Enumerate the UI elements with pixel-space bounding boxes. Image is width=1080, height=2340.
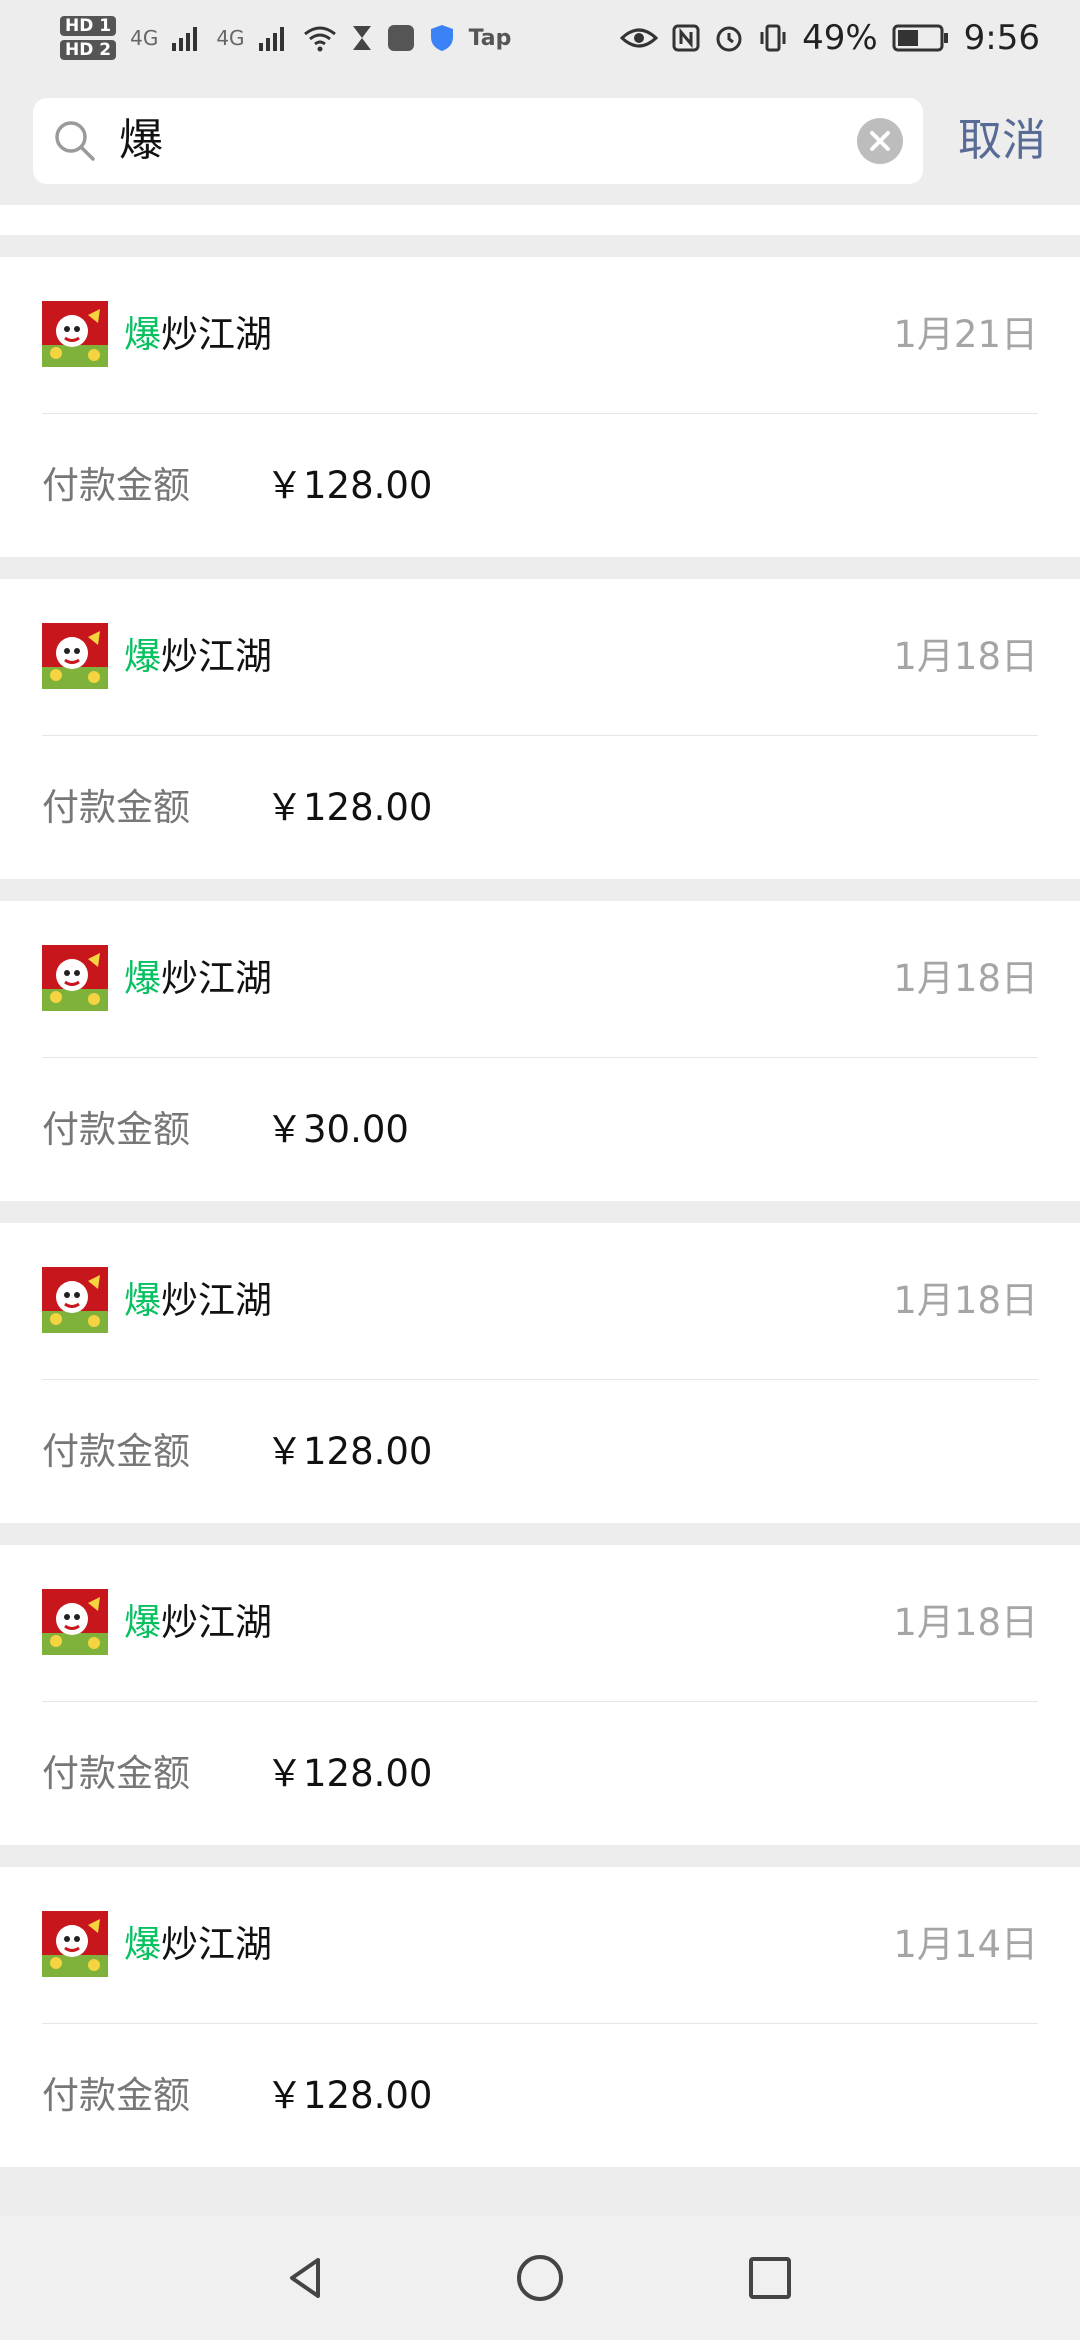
- app-name-rest: 炒江湖: [161, 635, 272, 678]
- payment-date: 1月21日: [893, 313, 1038, 356]
- previous-card-remnant: [0, 205, 1080, 235]
- amount-value: ￥128.00: [266, 1752, 433, 1795]
- status-bar: HD 1 HD 2 4G 4G Tap 49% 9:56: [0, 0, 1080, 76]
- amount-value: ￥128.00: [266, 786, 433, 829]
- amount-label: 付款金额: [42, 2074, 190, 2117]
- vibrate-icon: [760, 24, 786, 52]
- app-name-highlight: 爆: [124, 635, 161, 678]
- hd1-badge: HD 1: [60, 16, 117, 36]
- amount-label: 付款金额: [42, 786, 190, 829]
- card-header: 爆炒江湖 1月14日: [42, 1867, 1038, 2024]
- app-name-highlight: 爆: [124, 1601, 161, 1644]
- signal-icon-2: [258, 27, 284, 51]
- payment-record-card[interactable]: 爆炒江湖 1月21日 付款金额 ￥128.00: [0, 257, 1080, 557]
- network-type-1: 4G: [130, 26, 159, 50]
- app-icon: [42, 301, 108, 367]
- tap-app-icon: Tap: [468, 25, 512, 51]
- app-icon: [42, 945, 108, 1011]
- amount-value: ￥128.00: [266, 1430, 433, 1473]
- app-name-highlight: 爆: [124, 957, 161, 1000]
- amount-label: 付款金额: [42, 1108, 190, 1151]
- app-name: 爆炒江湖: [124, 627, 272, 687]
- search-icon: [55, 121, 95, 161]
- card-header: 爆炒江湖 1月18日: [42, 901, 1038, 1058]
- app-name: 爆炒江湖: [124, 949, 272, 1009]
- payment-date: 1月18日: [893, 957, 1038, 1000]
- hd2-badge: HD 2: [60, 40, 117, 60]
- amount-value: ￥128.00: [266, 2074, 433, 2117]
- app-name: 爆炒江湖: [124, 1593, 272, 1653]
- payment-date: 1月18日: [893, 1279, 1038, 1322]
- app-name: 爆炒江湖: [124, 1915, 272, 1975]
- search-input[interactable]: 爆: [119, 98, 879, 184]
- payment-date: 1月18日: [893, 1601, 1038, 1644]
- amount-label: 付款金额: [42, 1752, 190, 1795]
- signal-icon: [172, 27, 198, 51]
- status-right: 49% 9:56: [620, 18, 1040, 58]
- status-left: HD 1 HD 2 4G 4G Tap: [60, 16, 511, 60]
- amount-value: ￥30.00: [266, 1108, 409, 1151]
- battery-icon: [892, 24, 948, 52]
- app-icon: [42, 1589, 108, 1655]
- clear-icon[interactable]: [857, 118, 903, 164]
- app-icon: [42, 623, 108, 689]
- alarm-icon: [716, 26, 742, 52]
- clock: 9:56: [963, 18, 1040, 58]
- amount-value: ￥128.00: [266, 464, 433, 507]
- payment-record-card[interactable]: 爆炒江湖 1月18日 付款金额 ￥128.00: [0, 1545, 1080, 1845]
- home-icon[interactable]: [510, 2248, 570, 2308]
- card-header: 爆炒江湖 1月21日: [42, 257, 1038, 414]
- card-header: 爆炒江湖 1月18日: [42, 579, 1038, 736]
- hourglass-icon: [352, 26, 371, 50]
- app-name-rest: 炒江湖: [161, 1923, 272, 1966]
- amount-label: 付款金额: [42, 464, 190, 507]
- payment-record-card[interactable]: 爆炒江湖 1月18日 付款金额 ￥128.00: [0, 579, 1080, 879]
- app-name-rest: 炒江湖: [161, 957, 272, 1000]
- app-icon: [42, 1911, 108, 1977]
- payment-record-card[interactable]: 爆炒江湖 1月14日 付款金额 ￥128.00: [0, 1867, 1080, 2167]
- app-name: 爆炒江湖: [124, 305, 272, 365]
- hd-indicators: HD 1 HD 2: [60, 16, 117, 60]
- card-body: 付款金额 ￥128.00: [42, 414, 1038, 557]
- app-name-rest: 炒江湖: [161, 313, 272, 356]
- search-header: 爆 取消: [0, 76, 1080, 204]
- huawei-app-icon: [387, 25, 414, 51]
- payment-record-card[interactable]: 爆炒江湖 1月18日 付款金额 ￥30.00: [0, 901, 1080, 1201]
- payment-date: 1月18日: [893, 635, 1038, 678]
- app-name: 爆炒江湖: [124, 1271, 272, 1331]
- amount-label: 付款金额: [42, 1430, 190, 1473]
- recents-icon[interactable]: [740, 2248, 800, 2308]
- payment-date: 1月14日: [893, 1923, 1038, 1966]
- app-name-highlight: 爆: [124, 1923, 161, 1966]
- card-body: 付款金额 ￥128.00: [42, 2024, 1038, 2167]
- battery-percent: 49%: [802, 18, 878, 58]
- card-body: 付款金额 ￥128.00: [42, 1702, 1038, 1845]
- app-name-highlight: 爆: [124, 313, 161, 356]
- card-body: 付款金额 ￥128.00: [42, 736, 1038, 879]
- cancel-button[interactable]: 取消: [958, 98, 1046, 184]
- app-icon: [42, 1267, 108, 1333]
- card-body: 付款金额 ￥30.00: [42, 1058, 1038, 1201]
- back-icon[interactable]: [278, 2248, 338, 2308]
- navigation-bar: [0, 2216, 1080, 2340]
- network-type-2: 4G: [216, 26, 245, 50]
- eye-icon: [620, 28, 659, 48]
- app-name-rest: 炒江湖: [161, 1601, 272, 1644]
- nfc-icon: [672, 24, 700, 52]
- app-name-highlight: 爆: [124, 1279, 161, 1322]
- card-header: 爆炒江湖 1月18日: [42, 1223, 1038, 1380]
- card-header: 爆炒江湖 1月18日: [42, 1545, 1038, 1702]
- card-body: 付款金额 ￥128.00: [42, 1380, 1038, 1523]
- results-list: 爆炒江湖 1月21日 付款金额 ￥128.00 爆炒江湖 1月18日 付款金额 …: [0, 205, 1080, 2167]
- search-box[interactable]: 爆: [33, 98, 923, 184]
- app-name-rest: 炒江湖: [161, 1279, 272, 1322]
- shield-icon: [430, 25, 453, 51]
- payment-record-card[interactable]: 爆炒江湖 1月18日 付款金额 ￥128.00: [0, 1223, 1080, 1523]
- wifi-icon: [303, 26, 336, 52]
